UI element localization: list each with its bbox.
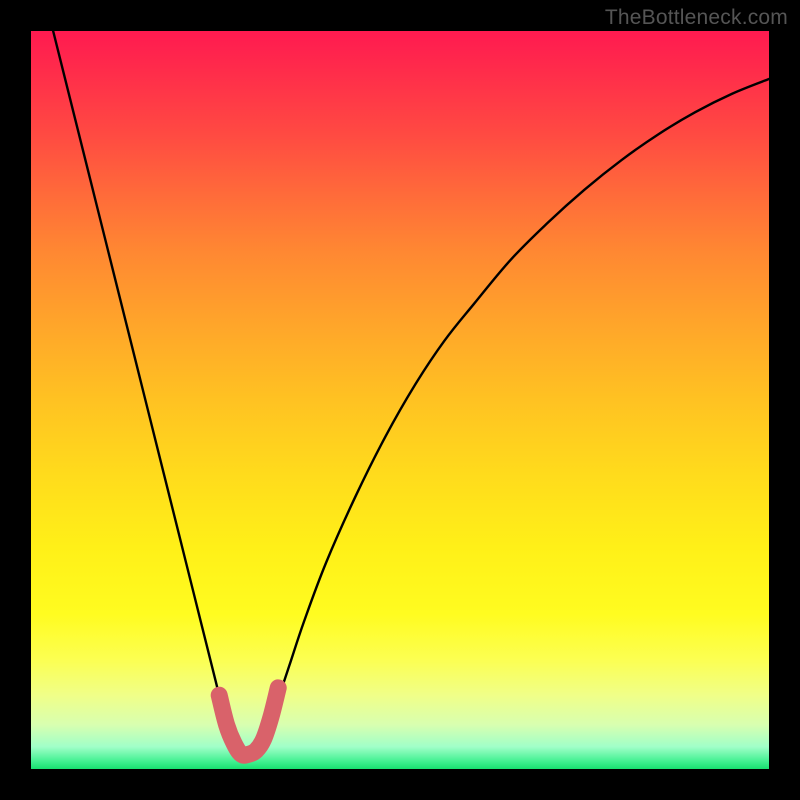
plot-area [31, 31, 769, 769]
bottleneck-curve [53, 31, 769, 755]
curve-layer [31, 31, 769, 769]
watermark-text: TheBottleneck.com [605, 6, 788, 30]
highlight-segment [219, 688, 278, 755]
chart-frame: TheBottleneck.com [0, 0, 800, 800]
